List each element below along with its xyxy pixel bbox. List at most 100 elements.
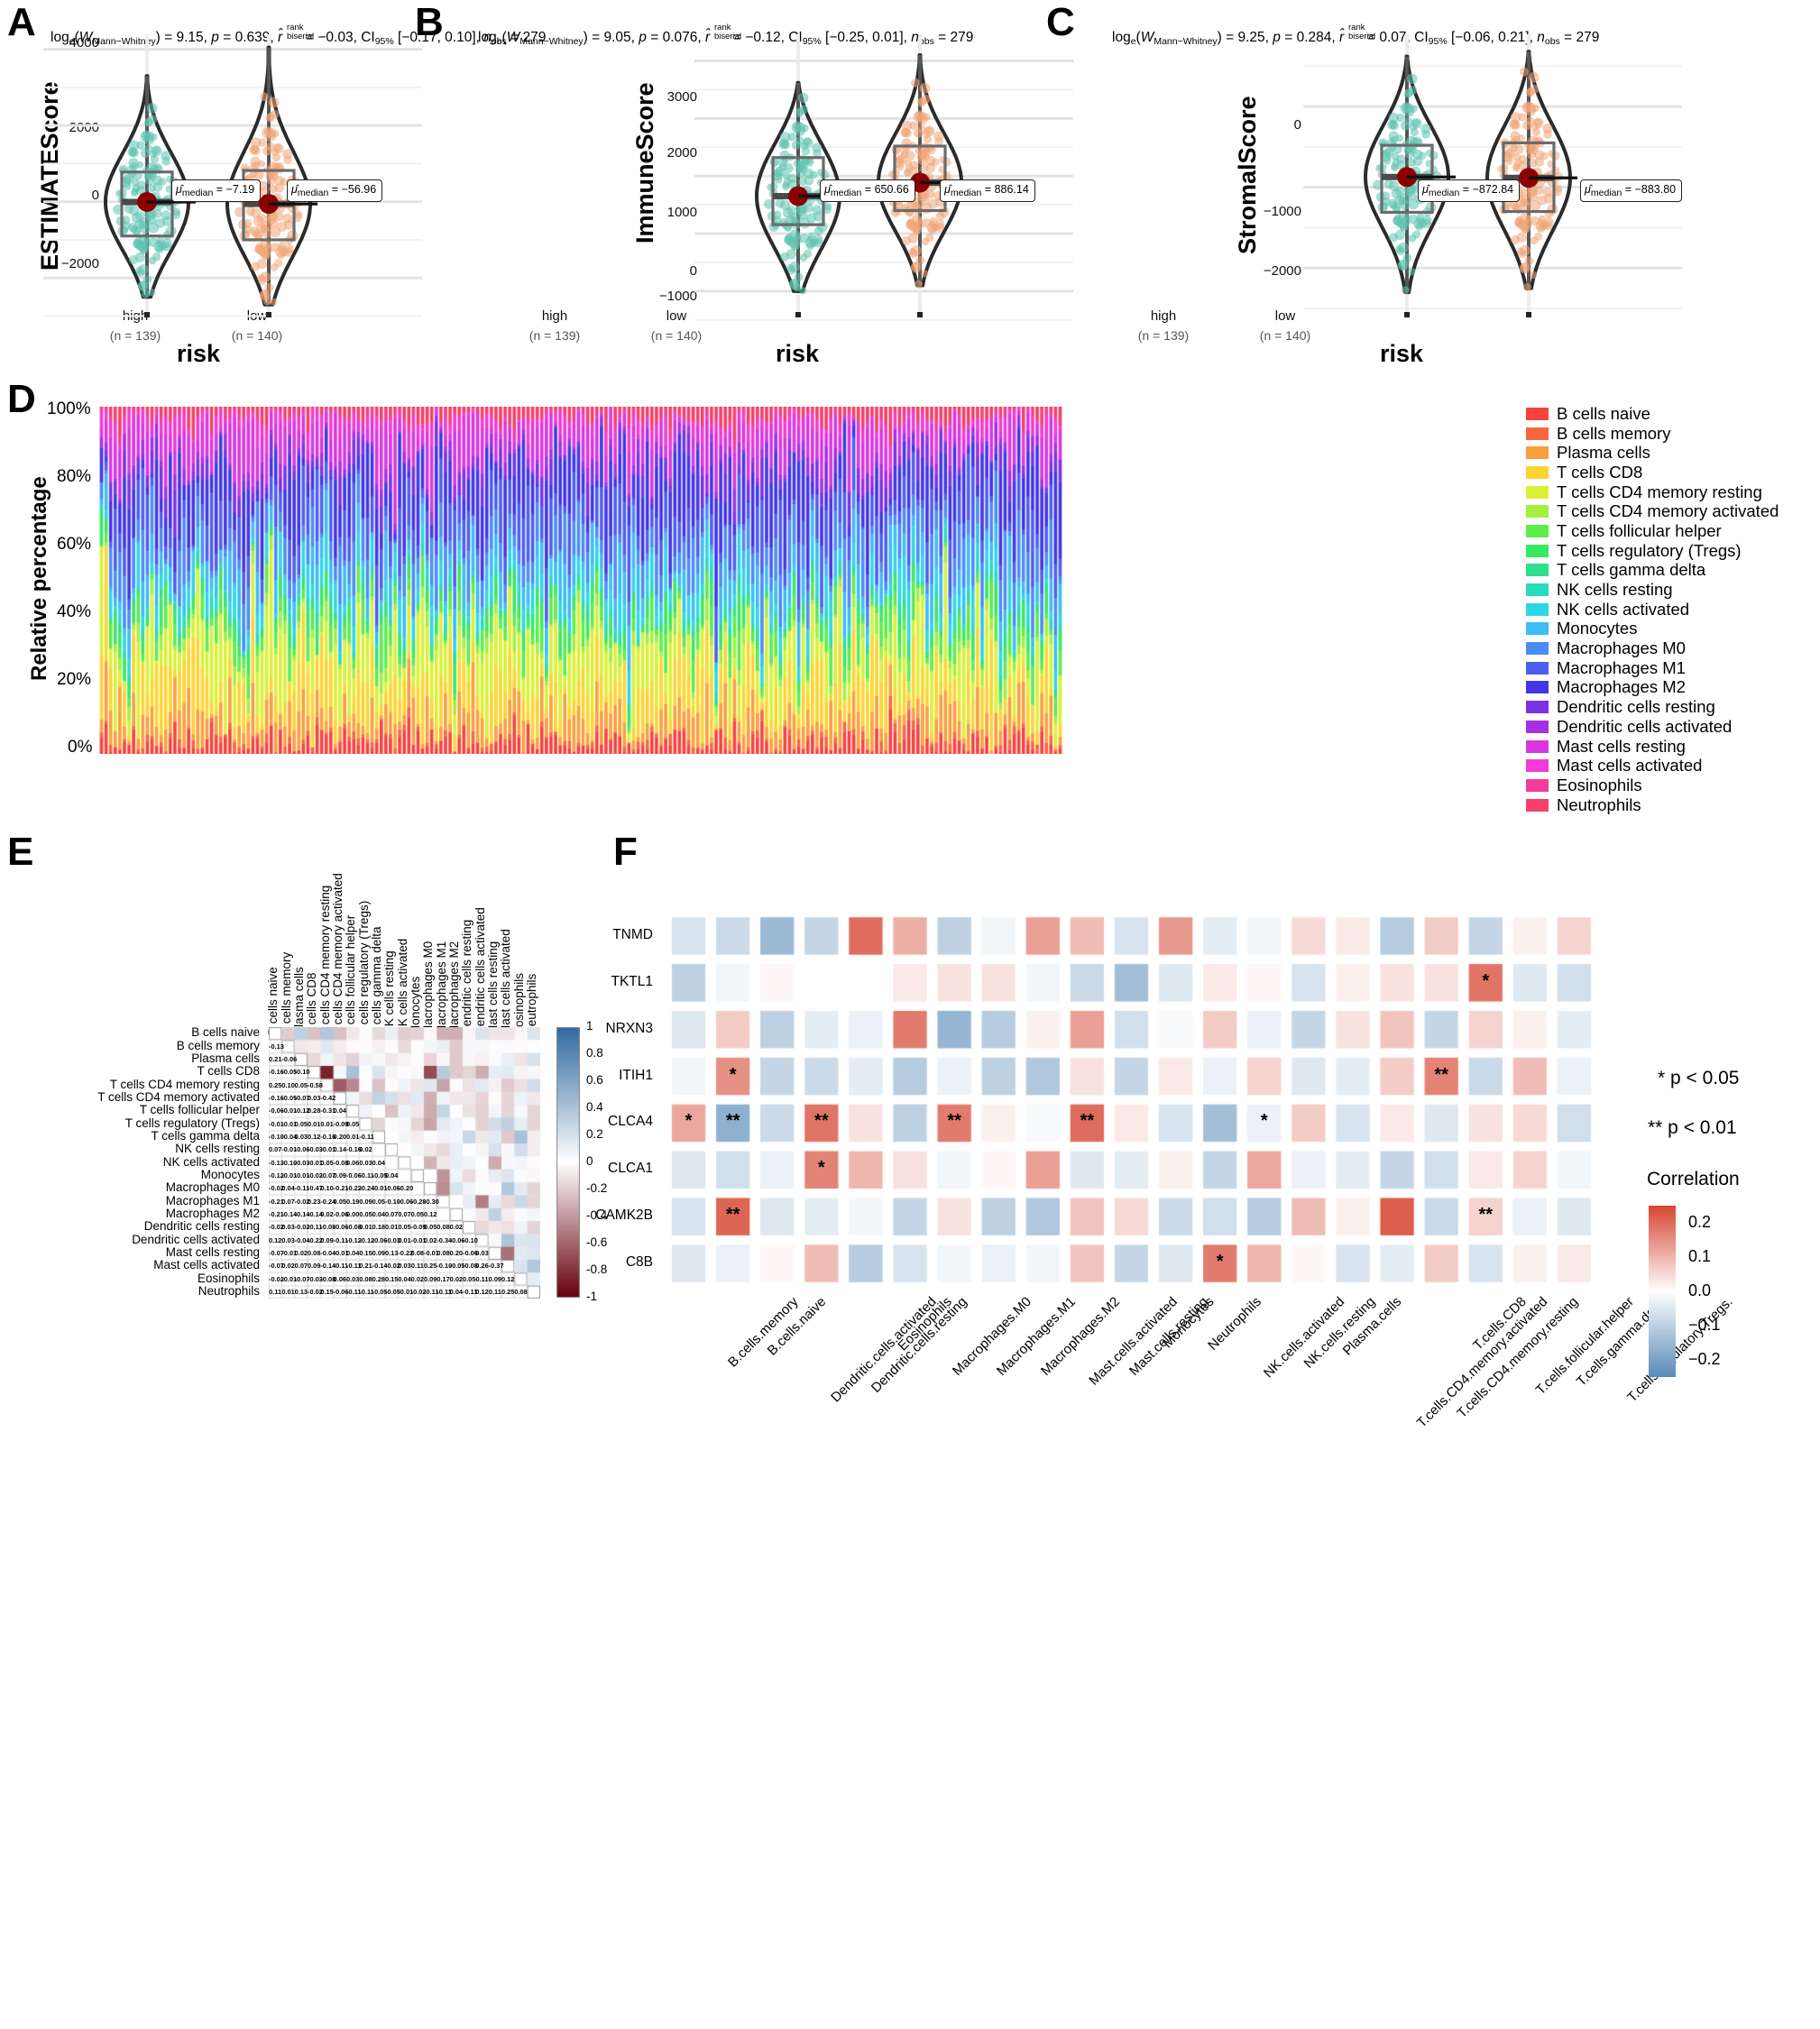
panel-e-cell-value: -0.07 <box>294 1093 310 1102</box>
panel-e-cell-value: 0.09 <box>333 1171 347 1180</box>
panel-e-cell-value: -0.05 <box>281 1068 298 1077</box>
panel-d-legend-item: T cells CD4 memory resting <box>1526 482 1779 502</box>
panel-e-cell-value: -0.08 <box>320 1223 336 1232</box>
panel-e-cell-value: 0.05 <box>372 1197 386 1206</box>
legend-item-label: Mast cells activated <box>1557 756 1703 776</box>
panel-d-legend-item: B cells memory <box>1526 424 1779 444</box>
panel-e-cell-value: -0.08 <box>463 1262 478 1271</box>
panel-e-cell-value: 0.05 <box>398 1223 411 1232</box>
legend-color-swatch <box>1526 524 1549 537</box>
panel-f-gene-label: CLCA1 <box>608 1161 653 1177</box>
panel-e-cell-value: -0.03 <box>308 1145 323 1154</box>
panel-e-cell-value: -0.03 <box>294 1158 310 1167</box>
legend-item-label: T cells gamma delta <box>1557 560 1706 580</box>
legend-item-label: NK cells activated <box>1557 599 1690 619</box>
panel-e-row-label: B cells memory <box>176 1038 260 1052</box>
panel-e-cell-value: 0.05 <box>346 1119 360 1128</box>
panel-e-row-label: T cells gamma delta <box>151 1128 260 1143</box>
panel-e-row-label: Plasma cells <box>191 1051 260 1065</box>
legend-color-swatch <box>1526 701 1549 714</box>
panel-e-cell-value: -0.03 <box>308 1274 323 1283</box>
panel-e-colorbar-tick: 0.8 <box>586 1046 603 1060</box>
panel-e-cell-value: -0.02 <box>308 1171 323 1180</box>
stat-logw-sub: e <box>496 36 502 47</box>
panel-d-legend-item: NK cells activated <box>1526 600 1779 620</box>
panel-e-cell-value: 0.06 <box>333 1274 347 1283</box>
panel-e-row-label: NK cells activated <box>162 1154 260 1169</box>
panel-f-star: * <box>1260 1111 1268 1132</box>
stat-w: W <box>506 30 520 45</box>
panel-b-median-low: μ̂median = 886.14 <box>940 179 1035 202</box>
legend-color-swatch <box>1526 446 1549 460</box>
panel-e-cell-value: 0.26 <box>475 1262 489 1271</box>
panel-e-cell-value: -0.09 <box>333 1119 349 1128</box>
legend-color-swatch <box>1526 778 1549 792</box>
panel-e-cell-value: -0.30 <box>424 1197 439 1206</box>
panel-d-legend-item: T cells regulatory (Tregs) <box>1526 541 1779 561</box>
panel-e-cell-value: 0.12 <box>424 1209 437 1218</box>
panel-f-colorbar-tick: 0.1 <box>1688 1247 1712 1265</box>
legend-color-swatch <box>1526 407 1549 420</box>
legend-item-label: T cells CD8 <box>1557 462 1643 482</box>
panel-d-legend-item: Neutrophils <box>1526 795 1779 815</box>
panel-e-cell-value: 0.08 <box>410 1248 425 1257</box>
panel-e-cell-value: -0.22 <box>308 1235 323 1244</box>
panel-e-cell-value: -0.09 <box>410 1223 427 1232</box>
panel-letter-d: D <box>7 377 36 421</box>
panel-e-cell-value: -0.01 <box>281 1274 298 1283</box>
panel-e-col-label: Macrophages M1 <box>434 941 448 1035</box>
panel-e-cell-value: -0.16 <box>346 1145 362 1154</box>
panel-e-cell-value: -0.21 <box>333 1184 349 1193</box>
panel-e-cell-value: -0.05 <box>372 1171 388 1180</box>
legend-item-label: NK cells resting <box>1557 580 1673 600</box>
panel-b-xtick-high: high <box>541 308 568 324</box>
panel-e-cell-value: -0.37 <box>488 1262 504 1271</box>
legend-color-swatch <box>1526 564 1549 577</box>
panel-e-cell-value: 0.20 <box>449 1248 464 1257</box>
panel-f-colorbar-tick: −0.2 <box>1688 1350 1721 1368</box>
panel-e-cell-value: -0.11 <box>346 1262 362 1271</box>
panel-e-cell-value: -0.06 <box>294 1145 310 1154</box>
panel-e-cell-value: 0.02 <box>424 1235 437 1244</box>
panel-b-ytick: 0 <box>689 263 697 279</box>
panel-c-ytick: −2000 <box>1263 263 1301 279</box>
panel-e-cell-value: -0.06 <box>269 1106 284 1115</box>
panel-e-cell-value: -0.01 <box>281 1171 298 1180</box>
panel-e-col-label: B cells memory <box>279 951 293 1035</box>
panel-e-cell-value: -0.06 <box>372 1235 388 1244</box>
legend-color-swatch <box>1526 739 1549 753</box>
panel-e-row-label: T cells CD4 memory activated <box>97 1089 260 1104</box>
panel-f-star: ** <box>947 1111 961 1132</box>
legend-color-swatch <box>1526 465 1549 479</box>
panel-e-colorbar-tick: -1 <box>586 1290 598 1303</box>
panel-e-cell-value: 0.03 <box>398 1262 411 1271</box>
panel-e-cell-value: 0.10 <box>320 1184 334 1193</box>
panel-e-cell-value: 0.04 <box>372 1158 386 1167</box>
panel-e-row-label: T cells follicular helper <box>139 1103 260 1117</box>
panel-e-cell-value: 0.01 <box>281 1287 295 1296</box>
panel-f-star: ** <box>1434 1064 1448 1085</box>
panel-f-gene-label: CAMK2B <box>595 1207 653 1224</box>
panel-e-cell-value: -0.11 <box>308 1223 323 1232</box>
panel-e-cell-value: 0.03 <box>281 1235 295 1244</box>
panel-e-cell-value: -0.01 <box>398 1287 414 1296</box>
panel-e-cell-value: -0.20 <box>398 1184 414 1193</box>
panel-e-cell-value: -0.07 <box>269 1248 284 1257</box>
panel-e-cell-value: 0.08 <box>514 1287 528 1296</box>
panel-e-cell-value: 0.14 <box>333 1145 347 1154</box>
panel-e-cell-value: 0.03 <box>294 1132 308 1141</box>
panel-e-cell-value: 0.01 <box>398 1235 411 1244</box>
panel-e-cell-value: -0.06 <box>449 1235 465 1244</box>
panel-f-gene-label: CLCA4 <box>608 1114 653 1130</box>
panel-e-col-label: T cells CD4 memory resting <box>317 885 332 1035</box>
panel-e-cell-value: -0.01 <box>308 1158 323 1167</box>
stat-w-val: = 9.25, <box>1226 30 1269 45</box>
panel-e-cell-value: 0.04 <box>449 1287 464 1296</box>
panel-b-ytick: 3000 <box>666 89 697 105</box>
panel-d-stacked-bar-chart <box>99 407 1062 754</box>
panel-e-cell-value: -0.05 <box>449 1262 465 1271</box>
panel-e-cell-value: 0.05 <box>294 1119 308 1128</box>
panel-e-cell-value: -0.12 <box>269 1171 284 1180</box>
panel-letter-c: C <box>1046 0 1075 44</box>
panel-d-y-axis-title: Relative percentage <box>27 476 51 681</box>
